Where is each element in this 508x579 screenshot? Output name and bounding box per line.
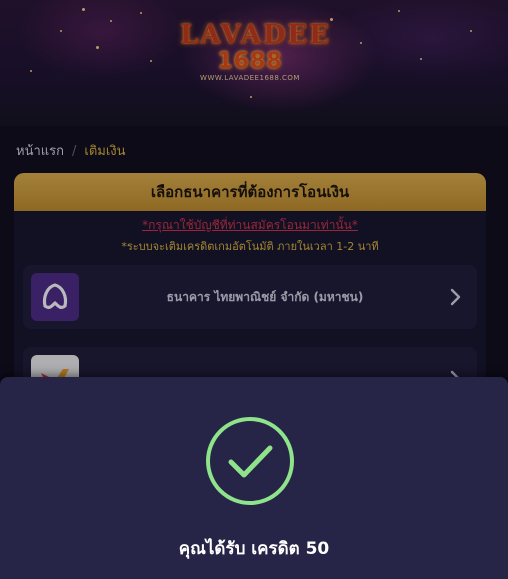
checkmark-circle-icon: [206, 417, 294, 505]
success-modal: คุณได้รับ เครดิต 50: [0, 377, 508, 579]
success-message: คุณได้รับ เครดิต 50: [178, 539, 330, 559]
